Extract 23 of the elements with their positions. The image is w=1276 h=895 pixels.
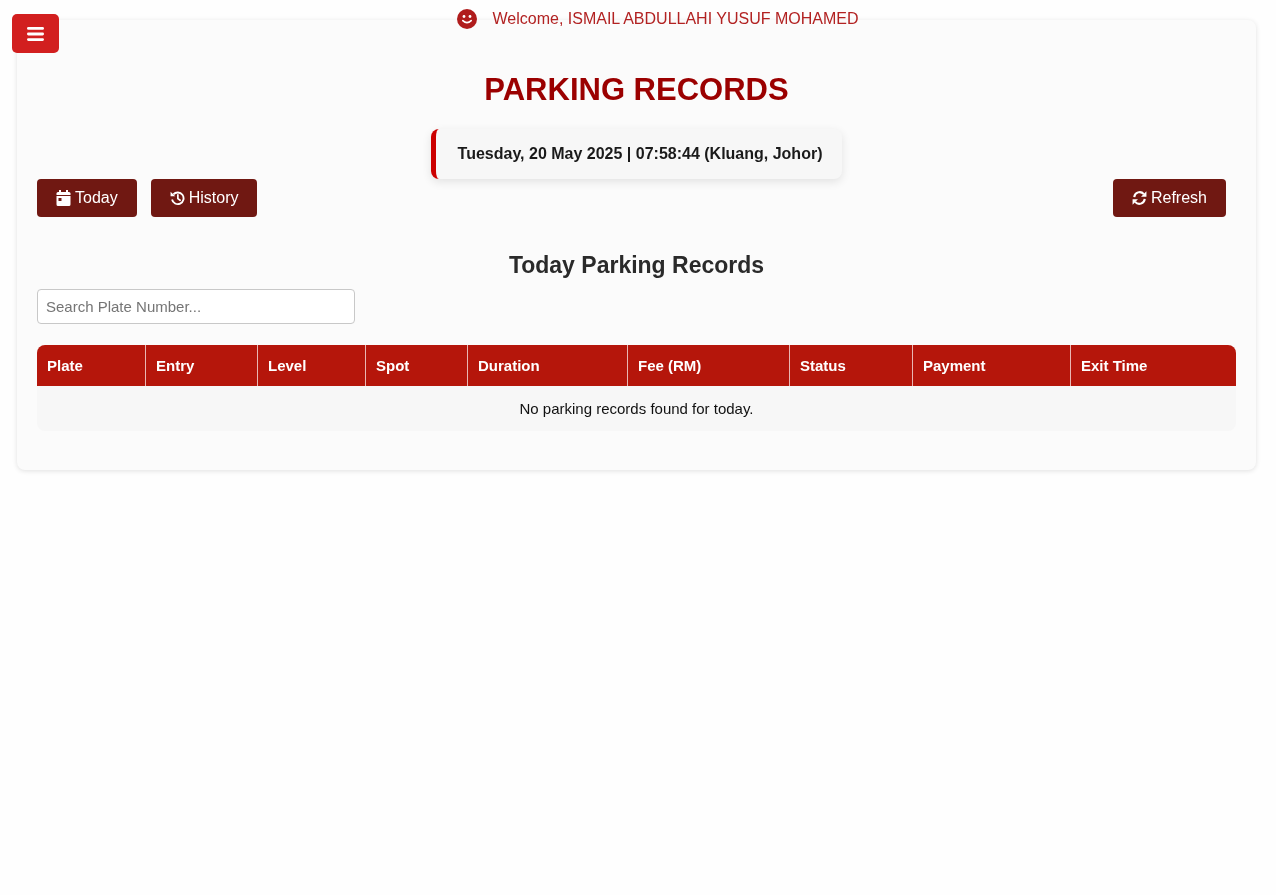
history-icon — [169, 190, 185, 206]
column-header: Entry — [145, 345, 257, 386]
column-header: Exit Time — [1070, 345, 1236, 386]
calendar-icon — [56, 190, 71, 206]
menu-button[interactable] — [12, 14, 59, 53]
column-header: Payment — [912, 345, 1070, 386]
refresh-icon — [1131, 190, 1147, 206]
column-header: Duration — [467, 345, 627, 386]
column-header: Plate — [37, 345, 145, 386]
empty-message: No parking records found for today. — [37, 386, 1236, 431]
page-title: PARKING RECORDS — [483, 71, 790, 109]
column-header: Fee (RM) — [627, 345, 789, 386]
section-title: Today Parking Records — [507, 251, 766, 280]
column-header: Level — [257, 345, 365, 386]
history-button[interactable]: History — [150, 179, 258, 217]
column-header: Status — [789, 345, 912, 386]
refresh-button[interactable]: Refresh — [1112, 179, 1226, 217]
date-time-banner: Tuesday, 20 May 2025 | 07:58:44 (Kluang, Johor) — [430, 129, 843, 179]
welcome-text: Welcome, ISMAIL ABDULLAHI YUSUF MOHAMED — [492, 9, 859, 29]
search-field[interactable]: Search Plate Number... — [37, 289, 355, 324]
menu-icon — [27, 26, 44, 41]
today-button[interactable]: Today — [37, 179, 137, 217]
column-header: Spot — [365, 345, 467, 386]
